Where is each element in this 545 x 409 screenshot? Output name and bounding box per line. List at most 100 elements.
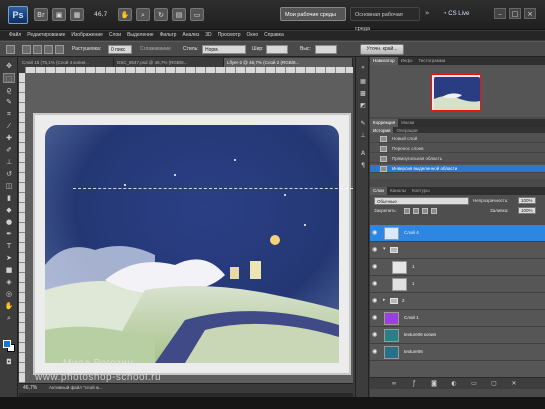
workspace-essentials-button[interactable]: Основная рабочая среда <box>350 7 420 32</box>
collapse-triangle-icon[interactable]: ▸ <box>383 297 386 303</box>
width-input[interactable] <box>266 45 288 54</box>
workspace-mine-button[interactable]: Мои рабочие среды <box>280 7 346 21</box>
tab-adjustments[interactable]: Коррекция <box>370 119 399 127</box>
gradient-tool-icon[interactable]: ▮ <box>3 193 15 203</box>
fill-input[interactable]: 100% <box>518 207 536 214</box>
panel-collapse-icon[interactable]: « <box>358 63 368 72</box>
subtract-selection-icon[interactable] <box>44 45 53 54</box>
tab-paths[interactable]: Контуры <box>409 187 433 195</box>
visibility-eye-icon[interactable]: ◉ <box>372 298 379 304</box>
eraser-tool-icon[interactable]: ◫ <box>3 181 15 191</box>
status-info[interactable]: Активный файл "слой ж... <box>49 385 103 390</box>
3d-rotate-tool-icon[interactable]: ◈ <box>3 277 15 287</box>
minimize-icon[interactable]: – <box>494 8 506 19</box>
layer-row[interactable]: ◉ texture06 <box>370 344 545 361</box>
tab-channels[interactable]: Каналы <box>387 187 409 195</box>
swatches-panel-icon[interactable]: ▩ <box>358 89 368 98</box>
move-tool-icon[interactable]: ✥ <box>3 61 15 71</box>
styles-panel-icon[interactable]: ◩ <box>358 101 368 110</box>
quick-selection-tool-icon[interactable]: ✎ <box>3 97 15 107</box>
brush-panel-icon[interactable]: ✎ <box>358 119 368 128</box>
tab-navigator[interactable]: Навигатор <box>370 57 398 65</box>
healing-brush-tool-icon[interactable]: ✚ <box>3 133 15 143</box>
clone-source-panel-icon[interactable]: ⊥ <box>358 131 368 140</box>
lock-all-icon[interactable] <box>431 208 437 214</box>
rectangle-tool-icon[interactable]: ■ <box>3 265 15 275</box>
quick-mask-icon[interactable]: ◘ <box>3 357 15 367</box>
layer-row[interactable]: ◉ 1 <box>370 276 545 293</box>
document-canvas[interactable] <box>33 113 353 375</box>
3d-orbit-tool-icon[interactable]: ◎ <box>3 289 15 299</box>
hand-icon[interactable]: ✋ <box>118 8 132 21</box>
tab-document-3[interactable]: Lflyer-2 @ 46,7% (Слой 2 (RGB/8... <box>224 58 353 67</box>
menu-view[interactable]: Просмотр <box>215 31 244 40</box>
style-select[interactable]: Норм. пропорции <box>202 45 246 61</box>
visibility-eye-icon[interactable]: ◉ <box>372 281 379 287</box>
rotate-icon[interactable]: ↻ <box>154 8 168 21</box>
cs-live-button[interactable]: ◔ CS Live <box>440 7 472 21</box>
pen-tool-icon[interactable]: ✒ <box>3 229 15 239</box>
tab-info[interactable]: Инфо <box>398 57 416 65</box>
layer-row[interactable]: ◉ Слой 4 <box>370 225 545 242</box>
history-item[interactable]: Перенос слоев <box>370 145 545 153</box>
tab-histogram[interactable]: Гистограмма <box>416 57 449 65</box>
menu-help[interactable]: Справка <box>261 31 287 40</box>
history-brush-tool-icon[interactable]: ↺ <box>3 169 15 179</box>
zoom-tool-icon[interactable]: ⌕ <box>3 313 15 323</box>
visibility-eye-icon[interactable]: ◉ <box>372 264 379 270</box>
lock-pixels-icon[interactable] <box>413 208 419 214</box>
lock-transparency-icon[interactable] <box>404 208 410 214</box>
hand-tool-icon[interactable]: ✋ <box>3 301 15 311</box>
height-input[interactable] <box>315 45 337 54</box>
close-icon[interactable]: × <box>524 8 536 19</box>
history-item-selected[interactable]: Инверсия выделенной области <box>370 165 545 173</box>
rectangular-marquee-tool-icon[interactable]: ⬚ <box>3 73 15 83</box>
history-item[interactable]: Прямоугольная область <box>370 155 545 163</box>
layer-row[interactable]: ◉ Слой 1 <box>370 310 545 327</box>
intersect-selection-icon[interactable] <box>55 45 64 54</box>
menu-window[interactable]: Окно <box>244 31 262 40</box>
paragraph-panel-icon[interactable]: ¶ <box>358 161 368 170</box>
dodge-tool-icon[interactable]: ● <box>3 217 15 227</box>
history-item[interactable]: Новый слой <box>370 135 545 143</box>
navigator-preview[interactable] <box>431 74 481 111</box>
menu-filter[interactable]: Фильтр <box>157 31 180 40</box>
link-layers-icon[interactable]: ∞ <box>390 380 398 388</box>
menu-file[interactable]: Файл <box>6 31 24 40</box>
feather-input[interactable]: 0 пикс <box>108 45 132 54</box>
menu-image[interactable]: Изображение <box>68 31 106 40</box>
screen-mode-icon[interactable]: ▭ <box>190 8 204 21</box>
brush-tool-icon[interactable]: ✐ <box>3 145 15 155</box>
new-selection-icon[interactable] <box>22 45 31 54</box>
workspace-more-icon[interactable]: » <box>425 9 429 17</box>
visibility-eye-icon[interactable]: ◉ <box>372 247 379 253</box>
layer-group-row[interactable]: ◉ ▸ 2 <box>370 293 545 310</box>
marquee-preset-icon[interactable] <box>6 45 15 54</box>
tab-layers[interactable]: Слои <box>370 187 387 195</box>
crop-tool-icon[interactable]: ⌗ <box>3 109 15 119</box>
menu-select[interactable]: Выделение <box>124 31 157 40</box>
lock-position-icon[interactable] <box>422 208 428 214</box>
lasso-tool-icon[interactable]: ϱ <box>3 85 15 95</box>
visibility-eye-icon[interactable]: ◉ <box>372 332 379 338</box>
zoom-level[interactable]: 46,7 <box>94 9 112 21</box>
new-layer-icon[interactable]: ▢ <box>490 380 498 388</box>
visibility-eye-icon[interactable]: ◉ <box>372 315 379 321</box>
status-zoom[interactable]: 46,7% <box>23 385 37 391</box>
layer-row[interactable]: ◉ 1 <box>370 259 545 276</box>
adjustment-layer-icon[interactable]: ◐ <box>450 380 458 388</box>
opacity-input[interactable]: 100% <box>518 197 536 204</box>
visibility-eye-icon[interactable]: ◉ <box>372 349 379 355</box>
layer-row[interactable]: ◉ texture06 копия <box>370 327 545 344</box>
type-tool-icon[interactable]: T <box>3 241 15 251</box>
eyedropper-tool-icon[interactable]: ⁄ <box>3 121 15 131</box>
blur-tool-icon[interactable]: ◆ <box>3 205 15 215</box>
antialias-label[interactable]: Сглаживание <box>140 46 171 52</box>
visibility-eye-icon[interactable]: ◉ <box>372 230 379 236</box>
refine-edge-button[interactable]: Уточн. край... <box>360 44 404 55</box>
menu-edit[interactable]: Редактирование <box>24 31 68 40</box>
foreground-color-swatch[interactable] <box>3 340 11 348</box>
layer-style-icon[interactable]: ƒ <box>410 380 418 388</box>
menu-analysis[interactable]: Анализ <box>179 31 202 40</box>
delete-layer-icon[interactable]: ✕ <box>510 380 518 388</box>
